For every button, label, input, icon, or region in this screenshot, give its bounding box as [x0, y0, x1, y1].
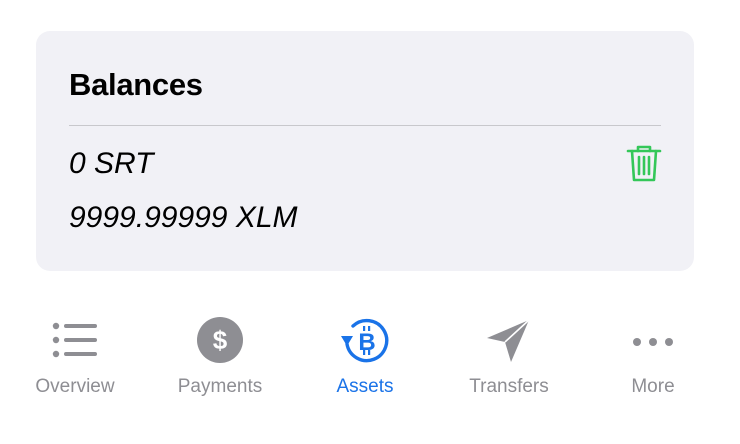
- paperplane-icon: [487, 319, 530, 362]
- tab-assets-label: Assets: [336, 376, 394, 397]
- balance-row-xlm[interactable]: 9999.99999 XLM: [69, 201, 298, 235]
- ellipsis-icon: [633, 338, 673, 346]
- list-icon: [52, 322, 97, 358]
- balance-row-srt[interactable]: 0 SRT: [69, 147, 153, 181]
- svg-text:B: B: [358, 329, 375, 356]
- tab-bar: Overview $ Payments B Assets Transfers M…: [0, 300, 740, 410]
- balances-card: Balances 0 SRT 9999.99999 XLM: [36, 31, 694, 271]
- tab-transfers[interactable]: Transfers: [444, 300, 574, 410]
- tab-more[interactable]: More: [588, 300, 718, 410]
- tab-more-label: More: [631, 376, 675, 397]
- divider: [69, 125, 661, 126]
- balances-title: Balances: [69, 67, 203, 102]
- tab-transfers-label: Transfers: [469, 376, 549, 397]
- tab-overview-label: Overview: [35, 376, 115, 397]
- tab-payments[interactable]: $ Payments: [155, 300, 285, 410]
- tab-payments-label: Payments: [177, 376, 263, 397]
- bitcoin-refresh-icon: B: [341, 318, 389, 363]
- tab-overview[interactable]: Overview: [10, 300, 140, 410]
- tab-assets[interactable]: B Assets: [300, 300, 430, 410]
- trash-icon[interactable]: [624, 142, 664, 184]
- svg-text:$: $: [213, 325, 228, 355]
- dollar-icon: $: [197, 317, 243, 363]
